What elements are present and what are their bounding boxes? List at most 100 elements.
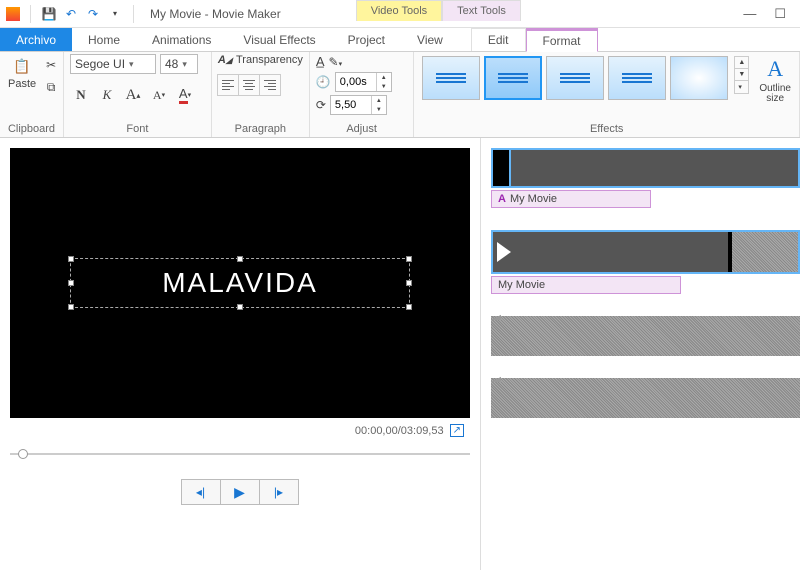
timecode-text: 00:00,00/03:09,53 [355, 425, 444, 437]
timeline-clip-4[interactable] [491, 378, 800, 418]
spin-down-icon[interactable]: ▼ [377, 82, 391, 91]
timecode-row: 00:00,00/03:09,53 ↗ [10, 424, 470, 437]
tab-format[interactable]: Format [526, 28, 598, 52]
start-time-icon: 🕘 [316, 75, 331, 89]
prev-frame-button[interactable]: ◂| [181, 479, 221, 505]
workspace: MALAVIDA 00:00,00/03:09,53 ↗ ◂| ▶ |▸ A M… [0, 138, 800, 570]
bold-button[interactable]: N [70, 84, 92, 106]
clipboard-icon: 📋 [12, 56, 32, 76]
scrub-bar[interactable] [10, 447, 470, 461]
window-buttons: — ☐ [729, 6, 800, 22]
group-label-adjust: Adjust [316, 121, 408, 137]
group-label-clipboard: Clipboard [6, 121, 57, 137]
text-track-icon: A [498, 193, 506, 205]
timeline-clip-3[interactable] [491, 316, 800, 356]
fullscreen-icon[interactable]: ↗ [450, 424, 464, 437]
text-overlay-box[interactable]: MALAVIDA [70, 258, 410, 308]
effects-scroll-up-icon[interactable]: ▲ [735, 57, 748, 68]
effect-preset-5[interactable] [670, 56, 728, 100]
contextual-tab-group: Video Tools Text Tools [356, 0, 521, 21]
context-tab-video-tools[interactable]: Video Tools [356, 0, 442, 21]
effect-preset-4[interactable] [608, 56, 666, 100]
app-icon [6, 7, 20, 21]
italic-button[interactable]: K [96, 84, 118, 106]
next-frame-button[interactable]: |▸ [259, 479, 299, 505]
group-adjust: A̲ ✎▾ 🕘 ▲▼ ⟳ ▲▼ Adjust [310, 52, 415, 137]
effects-scroll-down-icon[interactable]: ▼ [735, 68, 748, 80]
tab-view[interactable]: View [401, 28, 459, 51]
group-label-font: Font [70, 121, 205, 137]
scrub-thumb[interactable] [18, 449, 28, 459]
tab-project[interactable]: Project [332, 28, 401, 51]
ribbon: 📋 Paste ✂ ⧉ Clipboard Segoe UI▾ 48▾ [0, 52, 800, 138]
align-right-button[interactable] [259, 74, 281, 96]
minimize-icon[interactable]: — [743, 6, 756, 22]
clip-caption-1-text: My Movie [510, 193, 557, 205]
duration-value[interactable] [331, 96, 371, 114]
timeline-clip-1[interactable]: A My Movie [491, 148, 800, 208]
save-icon[interactable]: 💾 [41, 6, 57, 22]
video-preview[interactable]: MALAVIDA [10, 148, 470, 418]
font-size-select[interactable]: 48▾ [160, 54, 198, 74]
tab-file[interactable]: Archivo [0, 28, 72, 51]
font-size-value: 48 [165, 57, 178, 71]
effect-preset-3[interactable] [546, 56, 604, 100]
clip-caption-1[interactable]: A My Movie [491, 190, 651, 208]
timeline-clip-2[interactable]: My Movie [491, 230, 800, 294]
paste-label: Paste [8, 78, 36, 90]
transparency-label: Transparency [236, 54, 303, 66]
cut-icon[interactable]: ✂ [42, 56, 60, 74]
duration-spinner[interactable]: ▲▼ [330, 95, 387, 115]
font-color-button[interactable]: A▾ [174, 84, 196, 106]
align-center-button[interactable] [238, 74, 260, 96]
title-bar: 💾 ↶ ↷ ▾ My Movie - Movie Maker Video Too… [0, 0, 800, 28]
duration-icon: ⟳ [316, 98, 326, 112]
window-title: My Movie - Movie Maker [144, 7, 281, 21]
group-label-paragraph: Paragraph [218, 121, 303, 137]
tab-home[interactable]: Home [72, 28, 136, 51]
tab-animations[interactable]: Animations [136, 28, 227, 51]
qat-dropdown-icon[interactable]: ▾ [107, 6, 123, 22]
group-label-effects: Effects [420, 121, 793, 137]
transparency-icon[interactable]: A◢ [218, 54, 232, 66]
group-effects: ▲ ▼ ▾ A Outline size Effects [414, 52, 800, 137]
effect-preset-2[interactable] [484, 56, 542, 100]
outline-size-button[interactable]: A Outline size [757, 54, 793, 106]
play-marker-icon [497, 242, 511, 262]
font-family-select[interactable]: Segoe UI▾ [70, 54, 156, 74]
tab-edit[interactable]: Edit [471, 28, 526, 51]
outline-label: Outline size [759, 84, 791, 104]
ribbon-tabs: Archivo Home Animations Visual Effects P… [0, 28, 800, 52]
font-family-value: Segoe UI [75, 57, 125, 71]
effect-preset-1[interactable] [422, 56, 480, 100]
paste-button[interactable]: 📋 Paste [6, 54, 38, 92]
overlay-text[interactable]: MALAVIDA [162, 267, 318, 299]
background-color-icon[interactable]: A̲ [316, 54, 325, 69]
context-tab-text-tools[interactable]: Text Tools [442, 0, 521, 21]
shrink-font-button[interactable]: A▾ [148, 84, 170, 106]
edit-text-icon[interactable]: ✎▾ [329, 55, 343, 69]
align-left-button[interactable] [217, 74, 239, 96]
outline-a-icon: A [767, 56, 783, 82]
clip-caption-2-text: My Movie [498, 279, 545, 291]
quick-access-toolbar: 💾 ↶ ↷ ▾ [0, 5, 144, 23]
group-clipboard: 📋 Paste ✂ ⧉ Clipboard [0, 52, 64, 137]
tab-visual-effects[interactable]: Visual Effects [227, 28, 331, 51]
start-time-value[interactable] [336, 73, 376, 91]
clip-caption-2[interactable]: My Movie [491, 276, 681, 294]
preview-pane: MALAVIDA 00:00,00/03:09,53 ↗ ◂| ▶ |▸ [0, 138, 480, 570]
play-button[interactable]: ▶ [220, 479, 260, 505]
start-time-spinner[interactable]: ▲▼ [335, 72, 392, 92]
maximize-icon[interactable]: ☐ [774, 6, 786, 22]
spin-up-icon[interactable]: ▲ [372, 96, 386, 105]
copy-icon[interactable]: ⧉ [42, 78, 60, 96]
group-font: Segoe UI▾ 48▾ N K A▴ A▾ A▾ Font [64, 52, 212, 137]
group-paragraph: A◢ Transparency Paragraph [212, 52, 310, 137]
grow-font-button[interactable]: A▴ [122, 84, 144, 106]
spin-up-icon[interactable]: ▲ [377, 73, 391, 82]
spin-down-icon[interactable]: ▼ [372, 105, 386, 114]
redo-icon[interactable]: ↷ [85, 6, 101, 22]
playback-controls: ◂| ▶ |▸ [10, 479, 470, 505]
undo-icon[interactable]: ↶ [63, 6, 79, 22]
effects-more-icon[interactable]: ▾ [735, 80, 748, 93]
